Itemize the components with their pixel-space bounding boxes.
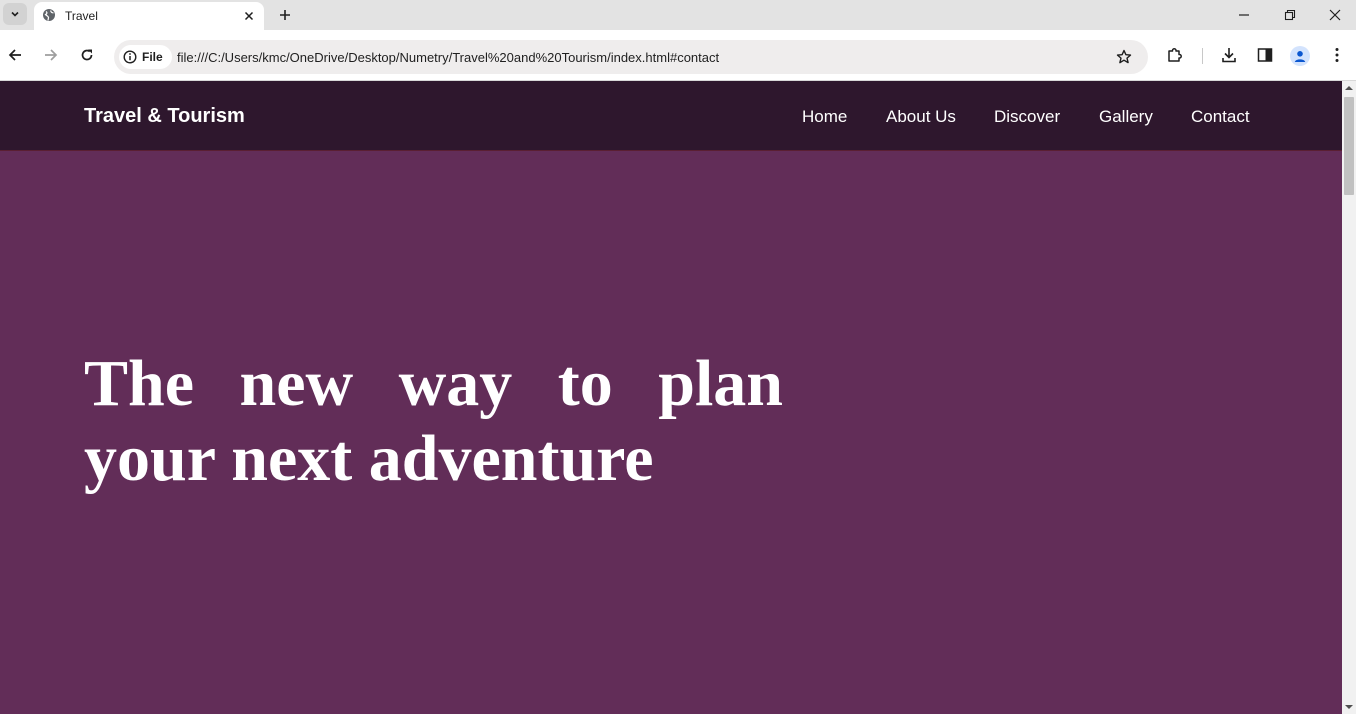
globe-icon [43,9,55,21]
browser-menu-button[interactable] [1325,43,1349,67]
chevron-down-icon [11,11,19,17]
back-button[interactable] [4,44,26,66]
page-viewport: Travel & Tourism Home About Us Discover … [0,81,1342,714]
restore-icon [1284,9,1296,21]
browser-tab-active[interactable]: Travel [34,2,264,30]
arrow-left-icon [8,49,21,61]
close-icon [244,11,254,21]
tab-search-button[interactable] [3,3,27,25]
site-header: Travel & Tourism Home About Us Discover … [0,81,1342,151]
hero-title: The new way to plan your next adventure [84,347,783,495]
browser-toolbar: File file:///C:/Users/kmc/OneDrive/Deskt… [0,30,1356,81]
puzzle-icon [1168,48,1182,62]
downloads-button[interactable] [1217,43,1241,67]
url-text[interactable]: file:///C:/Users/kmc/OneDrive/Desktop/Nu… [177,50,719,65]
forward-button[interactable] [40,44,62,66]
info-icon [123,50,137,64]
profile-button[interactable] [1290,46,1310,66]
tab-close-button[interactable] [240,7,258,25]
scroll-down-button[interactable] [1342,700,1356,714]
toolbar-separator [1202,48,1203,64]
download-icon [1222,48,1236,63]
triangle-up-icon [1345,86,1353,90]
page-scrollbar[interactable] [1342,81,1356,714]
close-icon [1329,9,1341,21]
scroll-up-button[interactable] [1342,81,1356,95]
new-tab-button[interactable] [275,5,295,25]
triangle-down-icon [1345,705,1353,709]
close-window-button[interactable] [1312,0,1356,30]
browser-tab-strip: Travel [0,0,1356,30]
tab-title: Travel [65,9,98,23]
nav-link-about-us[interactable]: About Us [886,107,956,127]
minimize-button[interactable] [1221,0,1267,30]
kebab-menu-icon [1335,48,1339,62]
bookmark-button[interactable] [1114,47,1134,67]
site-chip-label: File [142,50,163,64]
arrow-right-icon [45,49,58,61]
nav-link-discover[interactable]: Discover [994,107,1060,127]
reload-icon [81,49,93,61]
nav-link-home[interactable]: Home [802,107,847,127]
restore-button[interactable] [1267,0,1313,30]
nav-link-contact[interactable]: Contact [1191,107,1250,127]
site-info-chip[interactable]: File [119,45,172,69]
minimize-icon [1239,14,1249,16]
star-icon [1116,49,1132,64]
scroll-thumb[interactable] [1344,97,1354,195]
plus-icon [280,10,290,20]
side-panel-button[interactable] [1253,43,1277,67]
site-brand[interactable]: Travel & Tourism [84,105,245,128]
extensions-button[interactable] [1163,43,1187,67]
side-panel-icon [1257,48,1273,62]
address-bar[interactable]: File file:///C:/Users/kmc/OneDrive/Deskt… [114,40,1148,74]
person-icon [1294,51,1306,62]
reload-button[interactable] [76,44,98,66]
nav-link-gallery[interactable]: Gallery [1099,107,1153,127]
